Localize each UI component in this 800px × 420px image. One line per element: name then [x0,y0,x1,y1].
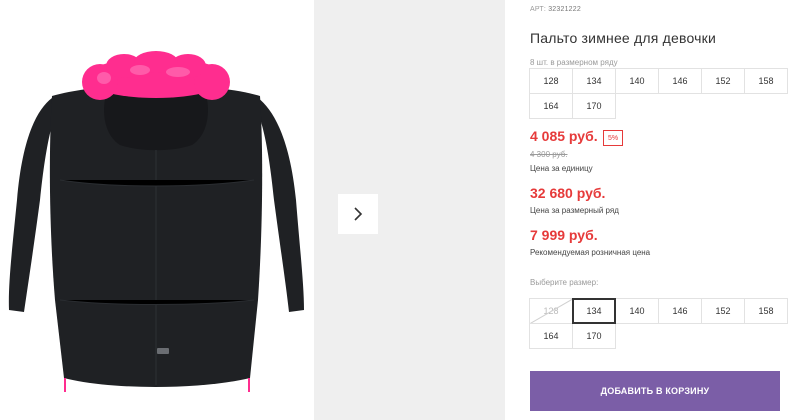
size-option[interactable]: 152 [701,298,745,324]
unit-price: 4 085 руб. [530,128,598,144]
pack-price-caption: Цена за размерный ряд [530,206,619,215]
size-option-selected[interactable]: 134 [572,298,616,324]
sku-label: АРТ: [530,6,547,13]
old-price: 4 300 руб. [530,150,568,159]
add-to-cart-button[interactable]: ДОБАВИТЬ В КОРЗИНУ [530,371,780,411]
pack-size-cell: 170 [572,93,616,119]
product-title: Пальто зимнее для девочки [530,30,716,46]
size-selector: 128 134 140 146 152 158 164 170 [529,298,788,349]
pack-size-cell: 152 [701,68,745,94]
size-option-unavailable: 128 [529,298,573,324]
product-photo[interactable] [0,0,314,420]
size-option[interactable]: 164 [529,323,573,349]
next-image-button[interactable] [338,194,378,234]
pack-size-cell: 158 [744,68,788,94]
pack-size-cell: 146 [658,68,702,94]
size-option[interactable]: 158 [744,298,788,324]
size-option[interactable]: 146 [658,298,702,324]
unit-price-caption: Цена за единицу [530,164,593,173]
product-details: АРТ: 32321222 Пальто зимнее для девочки … [529,0,792,420]
size-option[interactable]: 140 [615,298,659,324]
retail-price-caption: Рекомендуемая розничная цена [530,248,651,257]
sku-value: 32321222 [548,6,581,13]
pack-size-cell: 128 [529,68,573,94]
choose-size-label: Выберите размер: [530,278,599,287]
pack-size-grid: 128 134 140 146 152 158 164 170 [529,68,788,119]
pack-label: 8 шт. в размерном ряду [530,58,618,67]
pack-size-cell: 134 [572,68,616,94]
retail-price: 7 999 руб. [530,227,598,243]
pack-size-cell: 140 [615,68,659,94]
product-gallery [0,0,505,420]
discount-badge: 5% [603,130,623,146]
pack-price: 32 680 руб. [530,185,606,201]
sku: АРТ: 32321222 [530,6,581,13]
chevron-right-icon [354,207,363,221]
size-option[interactable]: 170 [572,323,616,349]
coat-image [8,51,304,392]
pack-size-cell: 164 [529,93,573,119]
